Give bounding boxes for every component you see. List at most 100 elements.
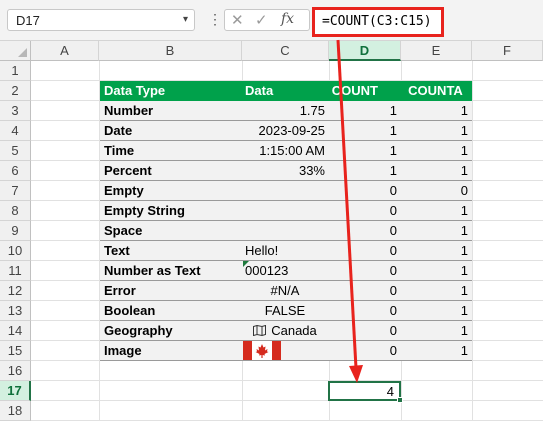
chevron-down-icon[interactable]: ▾ bbox=[183, 14, 188, 25]
cell-data-type[interactable]: Empty String bbox=[104, 201, 239, 221]
selected-cell-d17[interactable]: 4 bbox=[328, 381, 401, 401]
fill-handle[interactable] bbox=[397, 397, 403, 403]
table-row-border bbox=[100, 360, 472, 361]
row-header-15[interactable]: 15 bbox=[0, 341, 31, 361]
cell-count[interactable]: 0 bbox=[329, 281, 397, 301]
column-header-a[interactable]: A bbox=[31, 41, 99, 61]
header-counta: COUNTA bbox=[408, 83, 463, 98]
gridline bbox=[31, 380, 543, 381]
row-header-9[interactable]: 9 bbox=[0, 221, 31, 241]
cell-counta[interactable]: 1 bbox=[401, 321, 468, 341]
cell-count[interactable]: 0 bbox=[329, 261, 397, 281]
cell-data[interactable] bbox=[245, 221, 325, 241]
name-box[interactable]: D17 ▾ bbox=[7, 9, 195, 31]
cell-data[interactable]: 2023-09-25 bbox=[245, 121, 326, 141]
row-header-8[interactable]: 8 bbox=[0, 201, 31, 221]
row-header-10[interactable]: 10 bbox=[0, 241, 31, 261]
cell-data-type[interactable]: Boolean bbox=[104, 301, 239, 321]
cell-counta[interactable]: 1 bbox=[401, 161, 468, 181]
column-header-c[interactable]: C bbox=[242, 41, 329, 61]
row-header-2[interactable]: 2 bbox=[0, 81, 31, 101]
cell-counta[interactable]: 1 bbox=[401, 301, 468, 321]
error-indicator-icon[interactable] bbox=[243, 261, 249, 267]
cell-counta[interactable]: 1 bbox=[401, 121, 468, 141]
more-options-icon[interactable]: ⋮ bbox=[208, 10, 222, 28]
select-all-icon bbox=[18, 48, 27, 57]
formula-buttons: ✕ ✓ fx bbox=[224, 9, 310, 31]
cell-data[interactable]: FALSE bbox=[243, 301, 327, 321]
formula-text: =COUNT(C3:C15) bbox=[322, 14, 432, 29]
row-header-16[interactable]: 16 bbox=[0, 361, 31, 381]
header-count: COUNT bbox=[331, 83, 378, 98]
cell-data-type[interactable]: Time bbox=[104, 141, 239, 161]
cell-data-text: Canada bbox=[271, 323, 317, 338]
row-header-12[interactable]: 12 bbox=[0, 281, 31, 301]
row-header-13[interactable]: 13 bbox=[0, 301, 31, 321]
header-data-type: Data Type bbox=[104, 83, 166, 98]
cell-data-type[interactable]: Empty bbox=[104, 181, 239, 201]
row-header-3[interactable]: 3 bbox=[0, 101, 31, 121]
formula-input[interactable]: =COUNT(C3:C15) bbox=[312, 7, 444, 37]
canada-flag-image[interactable] bbox=[243, 341, 281, 360]
cell-data[interactable]: #N/A bbox=[243, 281, 327, 301]
cell-data-type[interactable]: Error bbox=[104, 281, 239, 301]
cancel-icon[interactable]: ✕ bbox=[231, 11, 244, 29]
cell-count[interactable]: 1 bbox=[329, 161, 397, 181]
row-header-7[interactable]: 7 bbox=[0, 181, 31, 201]
column-header-e[interactable]: E bbox=[401, 41, 472, 61]
cell-data[interactable]: 1:15:00 AM bbox=[245, 141, 325, 161]
cell-count[interactable]: 0 bbox=[329, 301, 397, 321]
cell-data-type[interactable]: Percent bbox=[104, 161, 239, 181]
cell-data[interactable]: 000123 bbox=[245, 261, 325, 281]
select-all-button[interactable] bbox=[0, 41, 31, 61]
column-header-b[interactable]: B bbox=[99, 41, 242, 61]
column-header-f[interactable]: F bbox=[472, 41, 543, 61]
cell-data-type[interactable]: Image bbox=[104, 341, 239, 361]
cell-data[interactable]: 1.75 bbox=[245, 101, 325, 121]
row-header-14[interactable]: 14 bbox=[0, 321, 31, 341]
cell-counta[interactable]: 1 bbox=[401, 201, 468, 221]
cell-data-type[interactable]: Date bbox=[104, 121, 239, 141]
cell-count[interactable]: 1 bbox=[329, 101, 397, 121]
cell-counta[interactable]: 1 bbox=[401, 341, 468, 361]
cell-counta[interactable]: 1 bbox=[401, 281, 468, 301]
cell-data-type[interactable]: Geography bbox=[104, 321, 239, 341]
gridline bbox=[31, 400, 543, 401]
row-header-17[interactable]: 17 bbox=[0, 381, 31, 401]
cell-count[interactable]: 0 bbox=[329, 321, 397, 341]
cell-data[interactable] bbox=[245, 201, 325, 221]
cell-data[interactable] bbox=[245, 181, 325, 201]
cell-count[interactable]: 0 bbox=[329, 221, 397, 241]
cell-count[interactable]: 0 bbox=[329, 181, 397, 201]
enter-icon[interactable]: ✓ bbox=[255, 11, 268, 29]
header-data: Data bbox=[245, 83, 274, 98]
cell-count[interactable]: 1 bbox=[329, 141, 397, 161]
cell-data-type[interactable]: Number as Text bbox=[104, 261, 239, 281]
row-header-18[interactable]: 18 bbox=[0, 401, 31, 421]
row-header-5[interactable]: 5 bbox=[0, 141, 31, 161]
map-icon bbox=[253, 325, 267, 336]
fx-icon[interactable]: fx bbox=[281, 11, 294, 27]
cell-data-type[interactable]: Space bbox=[104, 221, 239, 241]
cell-counta[interactable]: 1 bbox=[401, 221, 468, 241]
cell-count[interactable]: 0 bbox=[329, 241, 397, 261]
row-header-4[interactable]: 4 bbox=[0, 121, 31, 141]
cell-data-type[interactable]: Number bbox=[104, 101, 239, 121]
cell-data-type[interactable]: Text bbox=[104, 241, 239, 261]
cell-counta[interactable]: 1 bbox=[401, 241, 468, 261]
cell-count[interactable]: 1 bbox=[329, 121, 397, 141]
cell-data[interactable]: 33% bbox=[245, 161, 325, 181]
cell-counta[interactable]: 1 bbox=[401, 101, 468, 121]
cell-counta[interactable]: 1 bbox=[401, 261, 468, 281]
cell-count[interactable]: 0 bbox=[329, 341, 397, 361]
row-header-11[interactable]: 11 bbox=[0, 261, 31, 281]
cell-counta[interactable]: 0 bbox=[401, 181, 468, 201]
cell-count[interactable]: 0 bbox=[329, 201, 397, 221]
cell-counta[interactable]: 1 bbox=[401, 141, 468, 161]
cell-data[interactable]: Hello! bbox=[245, 241, 325, 261]
cell-data[interactable]: Canada bbox=[243, 321, 327, 341]
row-header-6[interactable]: 6 bbox=[0, 161, 31, 181]
cell-d17-value: 4 bbox=[386, 384, 394, 399]
row-header-1[interactable]: 1 bbox=[0, 61, 31, 81]
column-header-d[interactable]: D bbox=[329, 41, 401, 61]
